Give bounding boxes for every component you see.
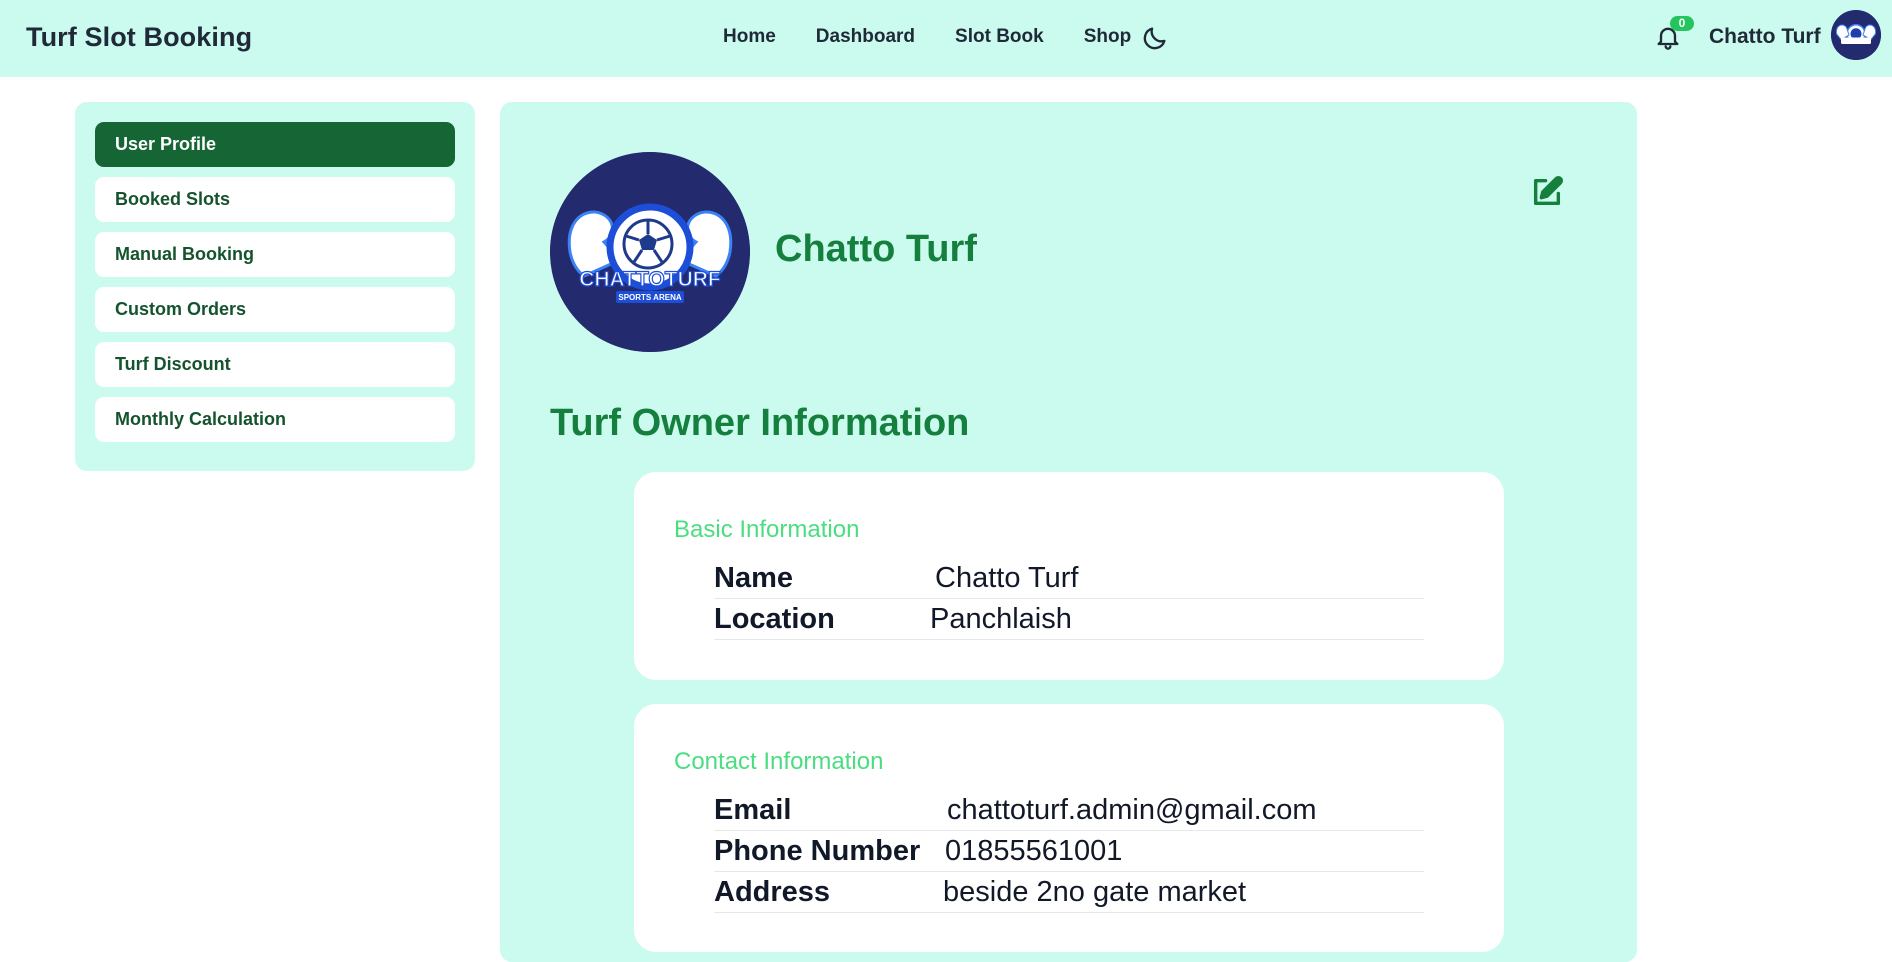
info-value: beside 2no gate market xyxy=(943,876,1247,908)
contact-info-title: Contact Information xyxy=(674,748,884,775)
nav-shop[interactable]: Shop xyxy=(1084,26,1132,48)
nav-home[interactable]: Home xyxy=(723,26,776,48)
info-label: Address xyxy=(714,876,831,908)
info-label: Email xyxy=(714,794,792,826)
notification-badge: 0 xyxy=(1670,16,1694,31)
nav-dashboard[interactable]: Dashboard xyxy=(816,26,915,48)
info-label: Phone Number xyxy=(714,835,921,867)
info-row-address: Address beside 2no gate market xyxy=(714,872,1424,913)
nav-slot-book[interactable]: Slot Book xyxy=(955,26,1044,48)
logo-icon xyxy=(1831,10,1881,60)
info-value: Chatto Turf xyxy=(935,562,1079,594)
sidebar-item-manual-booking[interactable]: Manual Booking xyxy=(95,232,455,277)
section-title: Turf Owner Information xyxy=(550,402,970,444)
profile-panel: CHATTOTURF SPORTS ARENA Chatto Turf Turf… xyxy=(500,102,1637,962)
sidebar-item-monthly-calculation[interactable]: Monthly Calculation xyxy=(95,397,455,442)
basic-info-card: Basic Information Name Chatto Turf Locat… xyxy=(634,472,1504,680)
top-navbar: Turf Slot Booking Home Dashboard Slot Bo… xyxy=(0,0,1892,77)
info-label: Location xyxy=(714,603,835,635)
sidebar-item-booked-slots[interactable]: Booked Slots xyxy=(95,177,455,222)
edit-icon[interactable] xyxy=(1530,175,1564,209)
contact-info-card: Contact Information Email chattoturf.adm… xyxy=(634,704,1504,952)
sidebar-item-custom-orders[interactable]: Custom Orders xyxy=(95,287,455,332)
brand-title[interactable]: Turf Slot Booking xyxy=(26,22,252,53)
logo-text: CHATTOTURF xyxy=(579,268,721,291)
nav-user-name[interactable]: Chatto Turf xyxy=(1709,25,1821,49)
logo-subtext: SPORTS ARENA xyxy=(618,293,681,302)
basic-info-title: Basic Information xyxy=(674,516,860,543)
info-row-email: Email chattoturf.admin@gmail.com xyxy=(714,790,1424,831)
profile-avatar: CHATTOTURF SPORTS ARENA xyxy=(550,152,750,352)
moon-icon[interactable] xyxy=(1141,24,1169,52)
info-row-name: Name Chatto Turf xyxy=(714,558,1424,599)
info-value: chattoturf.admin@gmail.com xyxy=(947,794,1317,826)
sidebar-item-turf-discount[interactable]: Turf Discount xyxy=(95,342,455,387)
info-row-location: Location Panchlaish xyxy=(714,599,1424,640)
sidebar: User Profile Booked Slots Manual Booking… xyxy=(75,102,475,471)
turf-logo-icon: CHATTOTURF SPORTS ARENA xyxy=(550,152,750,352)
sidebar-item-user-profile[interactable]: User Profile xyxy=(95,122,455,167)
nav-links: Home Dashboard Slot Book Shop xyxy=(723,26,1171,48)
profile-name: Chatto Turf xyxy=(775,228,977,270)
nav-avatar[interactable] xyxy=(1831,10,1881,60)
info-value: 01855561001 xyxy=(945,835,1123,867)
info-value: Panchlaish xyxy=(930,603,1072,635)
info-row-phone: Phone Number 01855561001 xyxy=(714,831,1424,872)
info-label: Name xyxy=(714,562,793,594)
